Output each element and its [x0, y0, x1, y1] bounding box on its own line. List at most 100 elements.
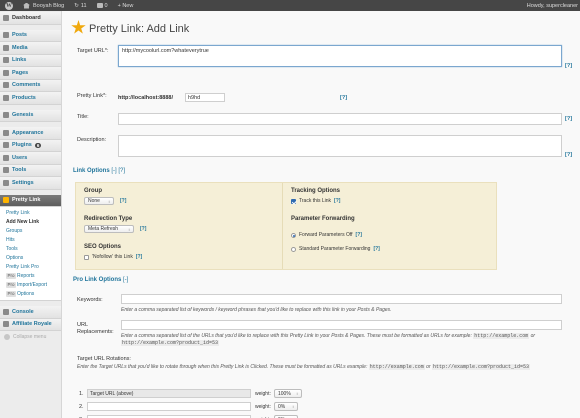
example-url-code: http://example.com?product_id=53 [432, 364, 531, 370]
pretty-link-slug-field[interactable]: h9hd [185, 93, 225, 102]
select-arrows-icon: ↕ [128, 226, 130, 232]
my-account-link[interactable]: Howdy, supercleaner [522, 0, 580, 11]
wordpress-logo-menu[interactable]: W [0, 0, 18, 11]
checkbox-icon [84, 254, 89, 260]
weight-value: 0% [278, 403, 286, 410]
group-help[interactable]: [?] [120, 198, 126, 204]
submenu-item-pro-import-export[interactable]: Pro Import/Export [0, 280, 61, 289]
sidebar-item-settings[interactable]: Settings [0, 177, 61, 190]
nofollow-checkbox[interactable]: 'Nofollow' this Link [?] [84, 254, 142, 260]
group-select-value: None [88, 198, 100, 204]
comment-bubble-icon [96, 3, 103, 8]
standard-forwarding-radio[interactable]: Standard Parameter Forwarding [?] [291, 246, 380, 252]
updates-link[interactable]: ↻ 11 [69, 0, 91, 11]
products-icon [3, 94, 9, 101]
title-field[interactable] [118, 113, 562, 125]
standard-forwarding-help[interactable]: [?] [373, 246, 379, 252]
redirection-help[interactable]: [?] [140, 226, 146, 232]
collapse-menu-button[interactable]: Collapse menu [0, 331, 61, 340]
forward-params-off-radio[interactable]: Forward Parameters Off [?] [291, 232, 362, 238]
submenu-item-hits[interactable]: Hits [0, 235, 61, 244]
sidebar-item-pages[interactable]: Pages [0, 67, 61, 80]
keywords-label: Keywords: [77, 297, 103, 303]
example-url-code: http://example.com?product_id=53 [121, 340, 220, 346]
submenu-item-add-new-link[interactable]: Add New Link [0, 217, 61, 226]
submenu-item-pretty-link-pro[interactable]: Pretty Link Pro [0, 262, 61, 271]
rotation-url-field[interactable] [87, 402, 251, 411]
comments-link[interactable]: 0 [92, 0, 113, 11]
url-replacements-field[interactable] [121, 320, 562, 330]
pro-link-options-heading: Pro Link Options [-] [73, 277, 128, 283]
forward-params-off-help[interactable]: [?] [356, 232, 362, 238]
sidebar-item-appearance[interactable]: Appearance [0, 127, 61, 140]
sidebar-item-tools[interactable]: Tools [0, 164, 61, 177]
submenu-item-pro-options[interactable]: Pro Options [0, 289, 61, 298]
link-options-panel: Group None ↕ [?] Redirection Type Meta R… [75, 182, 497, 270]
link-options-toggle[interactable]: [-] [111, 168, 116, 174]
nofollow-help[interactable]: [?] [136, 254, 142, 260]
pin-icon [3, 32, 9, 39]
description-help[interactable]: [?] [565, 152, 572, 158]
pro-options-toggle[interactable]: [-] [123, 277, 128, 283]
media-icon [3, 44, 9, 51]
sidebar-item-posts[interactable]: Posts [0, 29, 61, 42]
sidebar-item-genesis[interactable]: Genesis [0, 109, 61, 122]
pretty-link-label: Pretty Link*: [77, 93, 107, 99]
tools-icon [3, 167, 9, 174]
rotations-description: Enter the Target URLs that you'd like to… [77, 364, 567, 371]
submenu-item-options[interactable]: Options [0, 253, 61, 262]
sidebar-item-label: Dashboard [12, 14, 41, 21]
admin-bar: W Booyah Blog ↻ 11 0 + New Howdy, superc… [0, 0, 580, 11]
new-content-link[interactable]: + New [113, 0, 139, 11]
submenu-item-pretty-link[interactable]: Pretty Link [0, 208, 61, 217]
sidebar-item-products[interactable]: Products [0, 92, 61, 105]
tracking-options-heading: Tracking Options [291, 188, 341, 194]
submenu-item-pro-reports[interactable]: Pro Reports [0, 271, 61, 280]
track-link-checkbox[interactable]: Track this Link [?] [291, 198, 340, 204]
description-label: Description: [77, 137, 107, 143]
track-link-help[interactable]: [?] [334, 198, 340, 204]
sidebar-item-media[interactable]: Media [0, 42, 61, 55]
link-options-left-column: Group None ↕ [?] Redirection Type Meta R… [76, 183, 283, 269]
target-url-help[interactable]: [?] [565, 63, 572, 69]
sidebar-item-label: Affiliate Royale [12, 321, 52, 328]
sidebar-item-plugins[interactable]: Plugins 6 [0, 139, 61, 152]
howdy-text: Howdy, supercleaner [526, 2, 578, 9]
updates-icon: ↻ [74, 2, 79, 9]
title-help[interactable]: [?] [565, 116, 572, 122]
sidebar-item-comments[interactable]: Comments [0, 79, 61, 92]
plugin-icon [3, 142, 9, 149]
sidebar-item-links[interactable]: Links [0, 54, 61, 67]
radio-icon [291, 246, 296, 252]
sidebar-item-label: Links [12, 57, 27, 64]
page-title: Pretty Link: Add Link [89, 23, 190, 35]
sidebar-item-users[interactable]: Users [0, 152, 61, 165]
sidebar-item-affiliate-royale[interactable]: Affiliate Royale [0, 318, 61, 331]
weight-label: weight: [255, 404, 271, 410]
radio-selected-icon [291, 232, 296, 238]
rotation-url-field[interactable]: Target URL (above) [87, 389, 251, 398]
description-field[interactable] [118, 135, 562, 157]
submenu-item-groups[interactable]: Groups [0, 226, 61, 235]
redirection-type-select[interactable]: Meta Refresh ↕ [84, 225, 134, 233]
sidebar-item-pretty-link[interactable]: Pretty Link [0, 194, 61, 207]
target-url-field[interactable]: http://mycoolurl.com?whateverytrue [118, 45, 562, 67]
site-name-link[interactable]: Booyah Blog [18, 0, 69, 11]
group-heading: Group [84, 188, 102, 194]
url-replacements-description: Enter a comma separated list of the URLs… [121, 333, 562, 347]
keywords-field[interactable] [121, 294, 562, 304]
sidebar-item-label: Users [12, 154, 28, 161]
pretty-link-help[interactable]: [?] [340, 95, 347, 101]
select-arrows-icon: ↕ [108, 198, 110, 204]
group-select[interactable]: None ↕ [84, 197, 114, 205]
sidebar-item-console[interactable]: Console [0, 306, 61, 319]
link-options-right-column: Tracking Options Track this Link [?] Par… [283, 183, 497, 269]
submenu-item-tools[interactable]: Tools [0, 244, 61, 253]
sidebar-item-dashboard[interactable]: Dashboard [0, 12, 61, 25]
pro-tag: Pro [6, 281, 17, 288]
target-url-label: Target URL*: [77, 48, 109, 54]
pretty-link-base: http://localhost:8888/ [118, 95, 174, 101]
rotation-weight-select[interactable]: 0% ↕ [274, 402, 298, 411]
link-options-help[interactable]: [?] [118, 168, 125, 174]
rotation-weight-select[interactable]: 100% ↕ [274, 389, 302, 398]
